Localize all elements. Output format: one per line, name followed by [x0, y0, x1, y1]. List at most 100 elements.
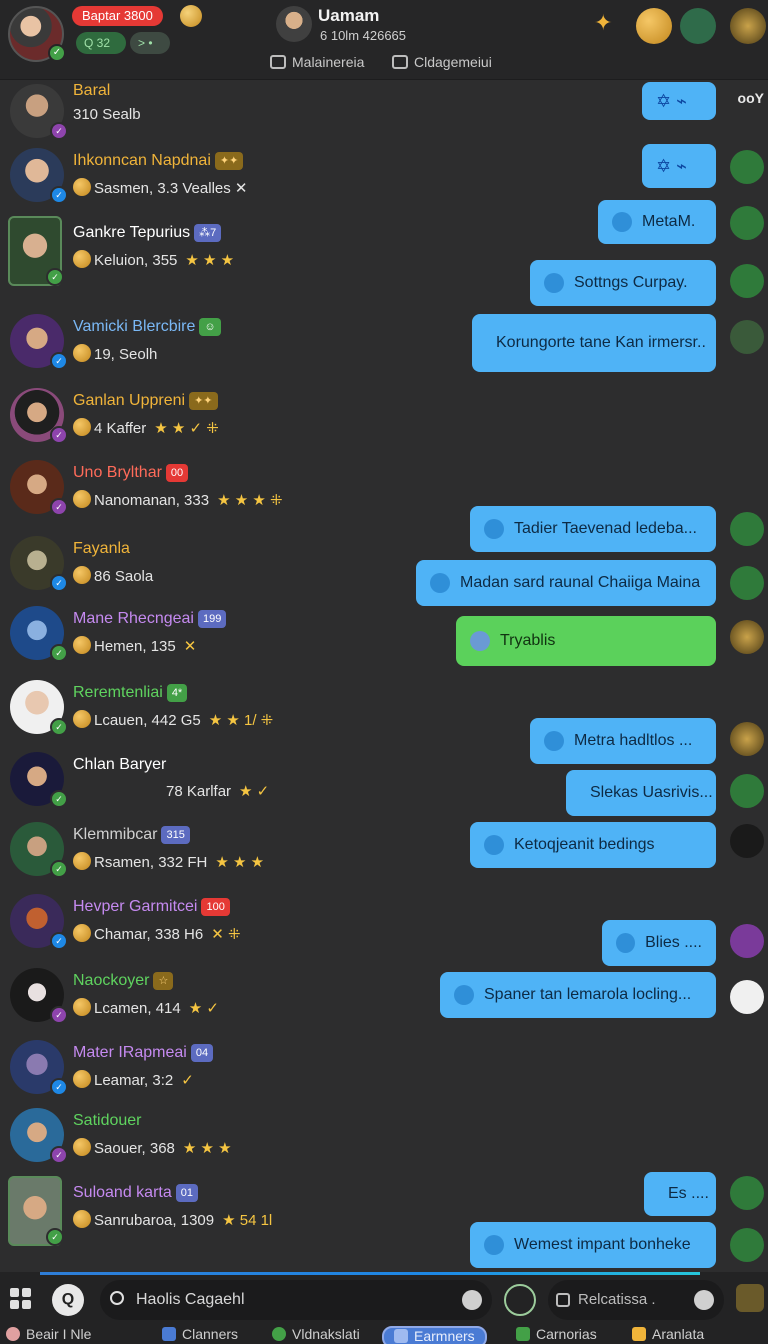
- contact-subtitle-text: Hemen, 135: [94, 638, 176, 655]
- message-bubble[interactable]: Madan sard raunal Chaiiga Maina: [416, 560, 716, 606]
- link-malainereia[interactable]: Malainereia: [270, 54, 364, 70]
- message-bubble[interactable]: Tryablis: [456, 616, 716, 666]
- chat-app: ✓ Baptar 3800 Q 32 > • Uamam 6 10lm 4266…: [0, 0, 768, 1344]
- rating-stars-icon: ★ ★ ★ ⁜: [217, 492, 283, 509]
- contact-avatar[interactable]: ✓: [10, 536, 68, 592]
- message-bubble[interactable]: Wemest impant bonheke: [470, 1222, 716, 1268]
- tab-clanners[interactable]: Clanners: [162, 1326, 238, 1344]
- contact-row[interactable]: ✓ Ganlan Uppreni ✦✦ 4 Kaffer ★ ★ ✓ ⁜: [0, 380, 768, 452]
- message-bubble[interactable]: Metra hadltlos ...: [530, 718, 716, 764]
- contact-name: Mane Rhecngeai 199: [73, 610, 227, 628]
- overflow-label[interactable]: ooY: [738, 90, 764, 106]
- sender-avatar[interactable]: [730, 980, 764, 1014]
- contact-avatar[interactable]: ✓: [10, 822, 68, 878]
- compose-icon[interactable]: [504, 1284, 536, 1316]
- sender-avatar[interactable]: [730, 620, 764, 654]
- tab-earmners[interactable]: Earmners: [382, 1326, 487, 1344]
- message-bubble[interactable]: Ketoqjeanit bedings: [470, 822, 716, 868]
- message-bubble[interactable]: MetaM.: [598, 200, 716, 244]
- contact-avatar[interactable]: ✓: [10, 894, 68, 950]
- tab-vldnakslati[interactable]: Vldnakslati: [272, 1326, 360, 1344]
- contact-avatar[interactable]: ✓: [10, 1108, 68, 1164]
- settings-gear-icon[interactable]: [730, 8, 766, 44]
- contact-avatar[interactable]: ✓: [10, 606, 68, 662]
- gift-icon[interactable]: [736, 1284, 764, 1312]
- message-bubble[interactable]: ✡ ⌁: [642, 144, 716, 188]
- profile-avatar[interactable]: ✓: [8, 6, 66, 62]
- category-icon: [516, 1327, 530, 1341]
- apps-grid-icon[interactable]: [10, 1288, 32, 1310]
- contact-subtitle: 310 Sealb: [73, 106, 141, 123]
- chat-avatar[interactable]: [276, 6, 312, 42]
- message-bubble[interactable]: Blies ....: [602, 920, 716, 966]
- contact-avatar[interactable]: ✓: [10, 752, 68, 808]
- points-badge[interactable]: Baptar 3800: [72, 6, 163, 26]
- message-bubble[interactable]: Tadier Taevenad ledeba...: [470, 506, 716, 552]
- sender-avatar[interactable]: [730, 1176, 764, 1210]
- next-pill[interactable]: > •: [130, 32, 170, 54]
- message-text: Wemest impant bonheke: [514, 1236, 691, 1253]
- message-icon: [612, 212, 632, 232]
- contact-avatar[interactable]: ✓: [10, 148, 68, 204]
- search-pill[interactable]: Q 32: [76, 32, 126, 54]
- sender-avatar[interactable]: [730, 150, 764, 184]
- contact-avatar[interactable]: ✓: [10, 968, 68, 1024]
- q-logo-icon[interactable]: Q: [52, 1284, 84, 1316]
- magic-wand-icon[interactable]: ✦: [594, 10, 624, 40]
- message-bubble[interactable]: Slekas Uasrivis...: [566, 770, 716, 816]
- emoji-icon: [73, 250, 91, 268]
- contact-avatar[interactable]: ✓: [8, 216, 64, 286]
- contact-avatar[interactable]: ✓: [10, 680, 68, 736]
- contact-avatar[interactable]: ✓: [10, 1040, 68, 1096]
- emoji-icon: [73, 178, 91, 196]
- contact-name: Vamicki Blercbire ☺: [73, 318, 221, 336]
- contact-name-text: Baral: [73, 82, 111, 99]
- top-bar: ✓ Baptar 3800 Q 32 > • Uamam 6 10lm 4266…: [0, 0, 768, 80]
- rating-stars-icon: ★ ★ ★: [182, 1140, 232, 1157]
- message-bubble[interactable]: Sottngs Curpay.: [530, 260, 716, 306]
- contact-avatar[interactable]: ✓: [10, 84, 68, 140]
- contact-avatar[interactable]: ✓: [10, 460, 68, 516]
- search-input[interactable]: Haolis Cagaehl: [100, 1280, 492, 1320]
- status-check-icon: ✓: [46, 1228, 64, 1246]
- contact-name: Chlan Baryer: [73, 756, 166, 774]
- tab-aranlata[interactable]: Aranlata: [632, 1326, 704, 1344]
- sender-avatar[interactable]: [730, 924, 764, 958]
- sender-avatar[interactable]: [730, 566, 764, 600]
- contact-avatar[interactable]: ✓: [8, 1176, 64, 1246]
- emoji-icon[interactable]: [636, 8, 672, 44]
- sender-avatar[interactable]: [730, 206, 764, 240]
- contact-subtitle-text: 78 Karlfar: [166, 783, 232, 800]
- secondary-search-input[interactable]: Relcatissa .: [548, 1280, 724, 1320]
- sender-avatar[interactable]: [730, 722, 764, 756]
- message-text: Tryablis: [500, 632, 556, 649]
- mic-icon[interactable]: [462, 1290, 482, 1310]
- contact-avatar[interactable]: ✓: [10, 314, 68, 370]
- contact-row[interactable]: ✓ Satidouer Saouer, 368 ★ ★ ★: [0, 1100, 768, 1172]
- contact-row[interactable]: ✓ Mater IRapmeai 04 Leamar, 3:2 ✓: [0, 1032, 768, 1104]
- video-icon[interactable]: [680, 8, 716, 44]
- sender-avatar[interactable]: [730, 774, 764, 808]
- sender-avatar[interactable]: [730, 264, 764, 298]
- message-icon: [470, 631, 490, 651]
- message-bubble[interactable]: Spaner tan lemarola locling...: [440, 972, 716, 1018]
- message-bubble[interactable]: Es ....: [644, 1172, 716, 1216]
- sender-avatar[interactable]: [730, 824, 764, 858]
- contact-subtitle-text: Saouer, 368: [94, 1140, 175, 1157]
- tab-carnorias[interactable]: Carnorias: [516, 1326, 597, 1344]
- sender-avatar[interactable]: [730, 512, 764, 546]
- rating-stars-icon: ★ ★ 1/ ⁜: [208, 712, 274, 729]
- contact-tag: 4*: [166, 684, 188, 702]
- contact-name-text: Mater IRapmeai: [73, 1044, 187, 1061]
- options-icon[interactable]: [694, 1290, 714, 1310]
- link-cldagemeiui[interactable]: Cldagemeiui: [392, 54, 492, 70]
- message-text: Sottngs Curpay.: [574, 274, 688, 291]
- sender-avatar[interactable]: [730, 320, 764, 354]
- sender-avatar[interactable]: [730, 1228, 764, 1262]
- contact-subtitle-text: Sasmen, 3.3 Vealles ✕: [94, 180, 248, 197]
- status-check-icon: ✓: [50, 790, 68, 808]
- tab-beair[interactable]: Beair I Nle: [6, 1326, 91, 1344]
- message-bubble[interactable]: Korungorte tane Kan irmersr..: [472, 314, 716, 372]
- message-bubble[interactable]: ✡ ⌁: [642, 82, 716, 120]
- contact-avatar[interactable]: ✓: [10, 388, 68, 444]
